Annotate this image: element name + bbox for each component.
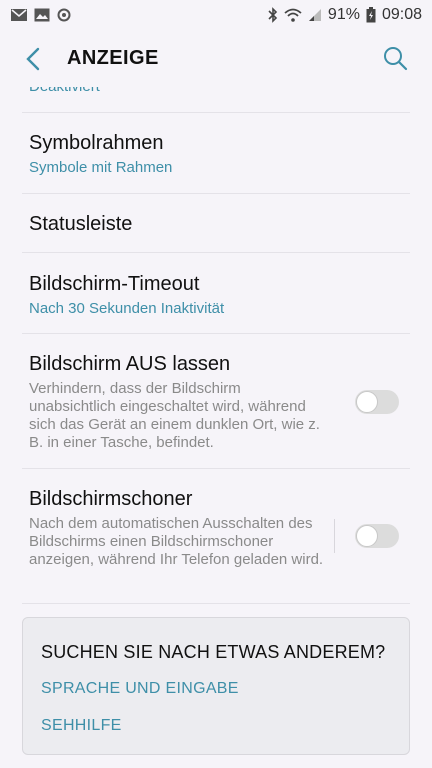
status-bar: 91% 09:08 [0,0,432,30]
setting-status-bar[interactable]: Statusleiste [0,194,432,252]
page-title: ANZEIGE [67,47,159,69]
keep-screen-off-toggle[interactable] [355,390,399,414]
notification-icons [10,7,72,23]
toggle-knob [356,391,378,413]
toggle-separator [334,519,335,553]
setting-value: Symbole mit Rahmen [29,159,173,176]
setting-screen-timeout[interactable]: Bildschirm-Timeout Nach 30 Sekunden Inak… [0,253,432,333]
app-bar: ANZEIGE [0,30,432,88]
setting-title: Statusleiste [29,213,133,235]
link-language-input[interactable]: SPRACHE UND EINGABE [41,680,239,698]
setting-value: Nach 30 Sekunden Inaktivität [29,300,225,317]
suggestion-card-title: SUCHEN SIE NACH ETWAS ANDEREM? [41,642,386,662]
battery-icon [366,7,376,23]
setting-keep-screen-off[interactable]: Bildschirm AUS lassen Verhindern, dass d… [0,334,432,468]
system-indicators: 91% 09:08 [268,6,422,24]
setting-title: Symbolrahmen [29,132,164,154]
suggestion-card: SUCHEN SIE NACH ETWAS ANDEREM? SPRACHE U… [22,617,410,755]
gallery-icon [34,8,50,22]
bluetooth-icon [268,7,278,23]
battery-percent: 91% [327,6,360,23]
setting-title: Bildschirm-Timeout [29,273,200,295]
back-arrow-icon[interactable] [22,45,46,73]
clock: 09:08 [381,6,422,23]
link-vision-aid[interactable]: SEHHILFE [41,717,122,735]
setting-screensaver[interactable]: Bildschirmschoner Nach dem automatischen… [0,469,432,603]
wifi-icon [284,8,302,22]
setting-title: Bildschirmschoner [29,488,193,510]
setting-description: Nach dem automatischen Ausschalten des B… [29,515,324,568]
divider [22,603,410,604]
screensaver-toggle[interactable] [355,524,399,548]
setting-icon-frames[interactable]: Symbolrahmen Symbole mit Rahmen [0,113,432,193]
setting-description: Verhindern, dass der Bildschirm unabsich… [29,380,320,451]
setting-title: Bildschirm AUS lassen [29,353,231,375]
mail-icon [11,9,27,21]
signal-icon [308,9,321,21]
search-icon[interactable] [382,45,408,71]
sync-icon [57,8,71,22]
toggle-knob [356,525,378,547]
